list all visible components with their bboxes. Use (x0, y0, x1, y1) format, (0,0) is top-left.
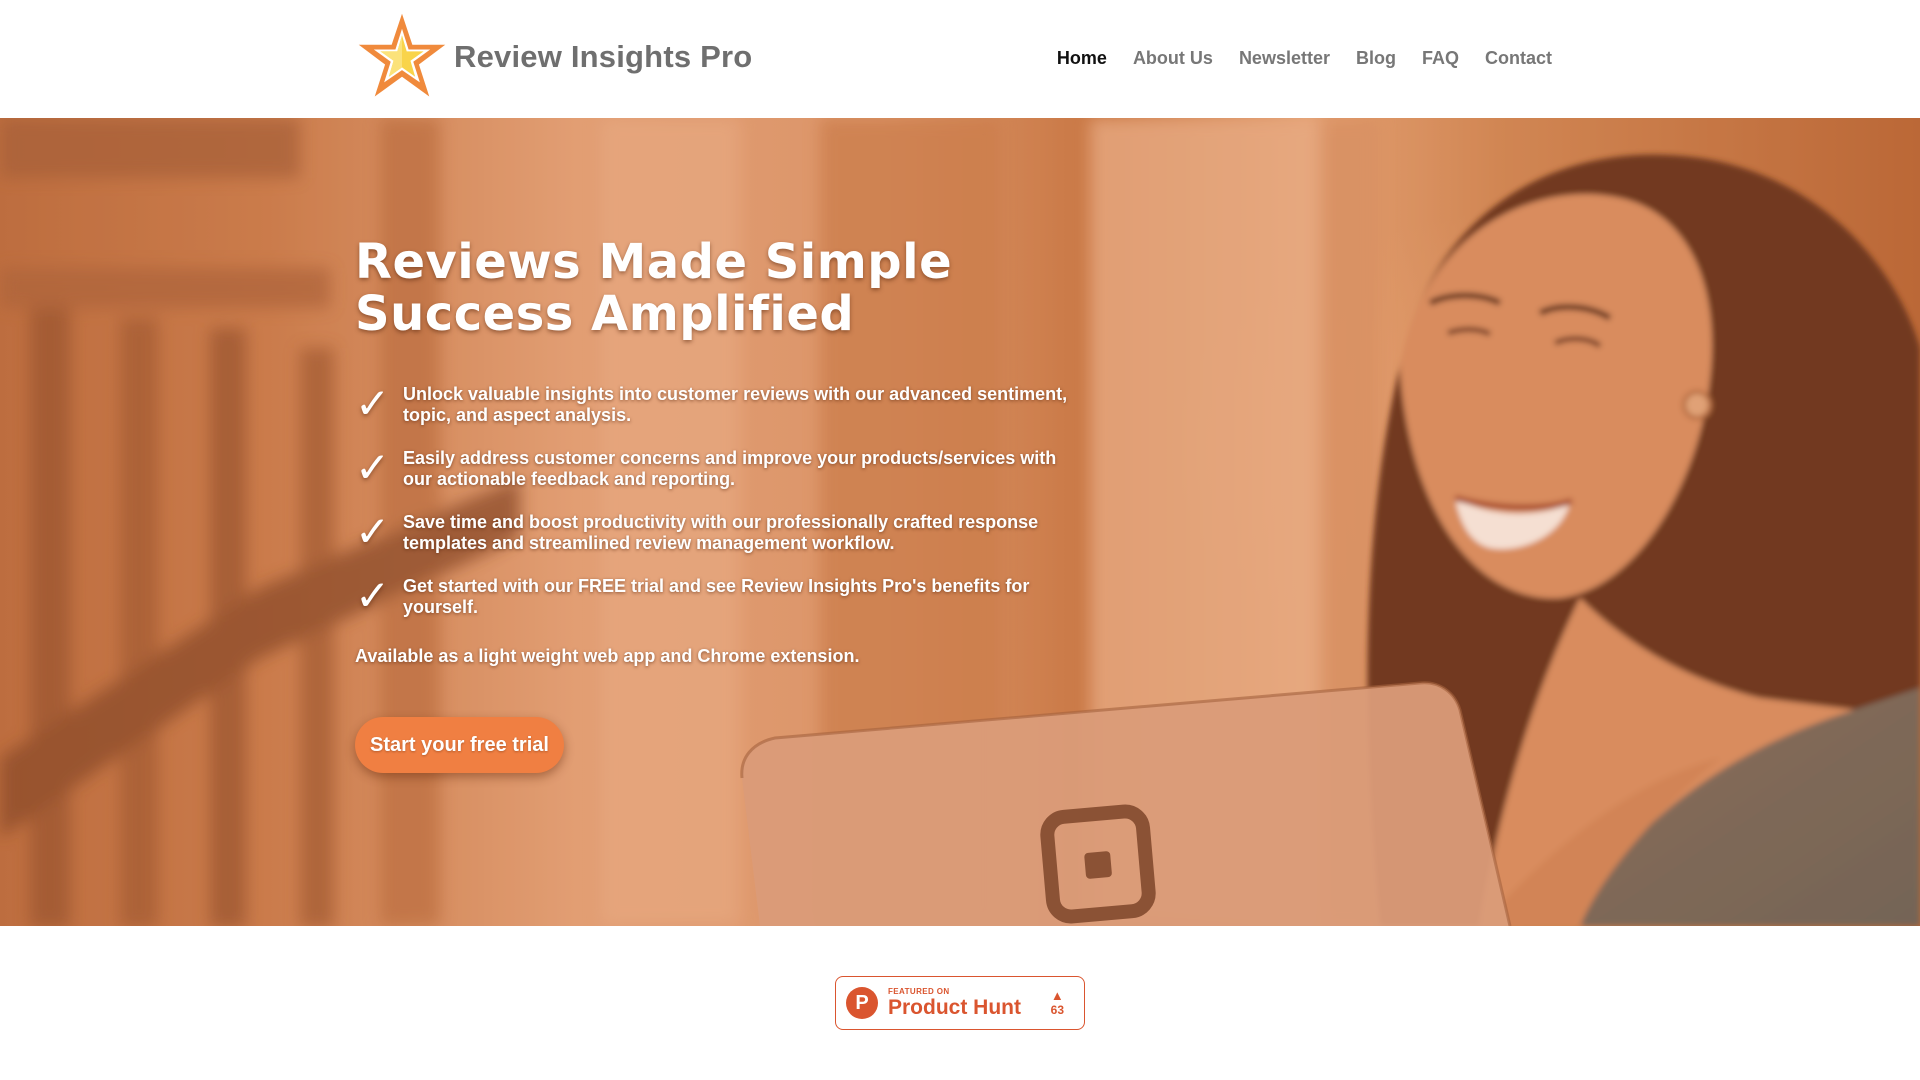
hero-section: Reviews Made Simple Success Amplified ✓ … (0, 118, 1920, 926)
availability-note: Available as a light weight web app and … (355, 646, 860, 666)
feature-list: ✓ Unlock valuable insights into customer… (355, 379, 1075, 620)
feature-text: Easily address customer concerns and imp… (403, 448, 1057, 489)
triangle-up-icon: ▲ (1050, 987, 1064, 1003)
hero-content: Reviews Made Simple Success Amplified ✓ … (355, 236, 1075, 773)
headline-line-2: Success Amplified (355, 286, 855, 342)
site-header: Review Insights Pro Home About Us Newsle… (0, 0, 1920, 118)
headline-line-1: Reviews Made Simple (355, 234, 953, 290)
product-hunt-icon: P (846, 987, 878, 1019)
feature-text: Unlock valuable insights into customer r… (403, 384, 1068, 425)
nav-about-us[interactable]: About Us (1133, 46, 1213, 70)
feature-text: Save time and boost productivity with ou… (403, 512, 1039, 553)
nav-newsletter[interactable]: Newsletter (1239, 46, 1330, 70)
brand-logo-link[interactable]: Review Insights Pro (354, 10, 752, 104)
nav-contact[interactable]: Contact (1485, 46, 1552, 70)
start-free-trial-button[interactable]: Start your free trial (355, 717, 564, 773)
product-hunt-badge[interactable]: P FEATURED ON Product Hunt ▲ 63 (835, 976, 1085, 1030)
checkmark-icon: ✓ (355, 443, 391, 492)
feature-item: ✓ Unlock valuable insights into customer… (355, 379, 1075, 428)
upvote-count: ▲ 63 (1051, 989, 1064, 1018)
nav-home[interactable]: Home (1057, 46, 1107, 70)
vote-count: 63 (1050, 1002, 1064, 1017)
checkmark-icon: ✓ (355, 571, 391, 620)
star-icon (358, 13, 446, 97)
feature-item: ✓ Get started with our FREE trial and se… (355, 571, 1075, 620)
feature-item: ✓ Save time and boost productivity with … (355, 507, 1075, 556)
nav-faq[interactable]: FAQ (1422, 46, 1459, 70)
checkmark-icon: ✓ (355, 507, 391, 556)
product-hunt-name: Product Hunt (888, 996, 1021, 1019)
feature-item: ✓ Easily address customer concerns and i… (355, 443, 1075, 492)
brand-name: Review Insights Pro (454, 39, 753, 74)
checkmark-icon: ✓ (355, 379, 391, 428)
hero-headline: Reviews Made Simple Success Amplified (355, 236, 1075, 340)
nav-blog[interactable]: Blog (1356, 46, 1396, 70)
product-hunt-text: FEATURED ON Product Hunt (888, 987, 1021, 1019)
main-nav: Home About Us Newsletter Blog FAQ Contac… (1057, 46, 1552, 70)
feature-text: Get started with our FREE trial and see … (403, 576, 1030, 617)
